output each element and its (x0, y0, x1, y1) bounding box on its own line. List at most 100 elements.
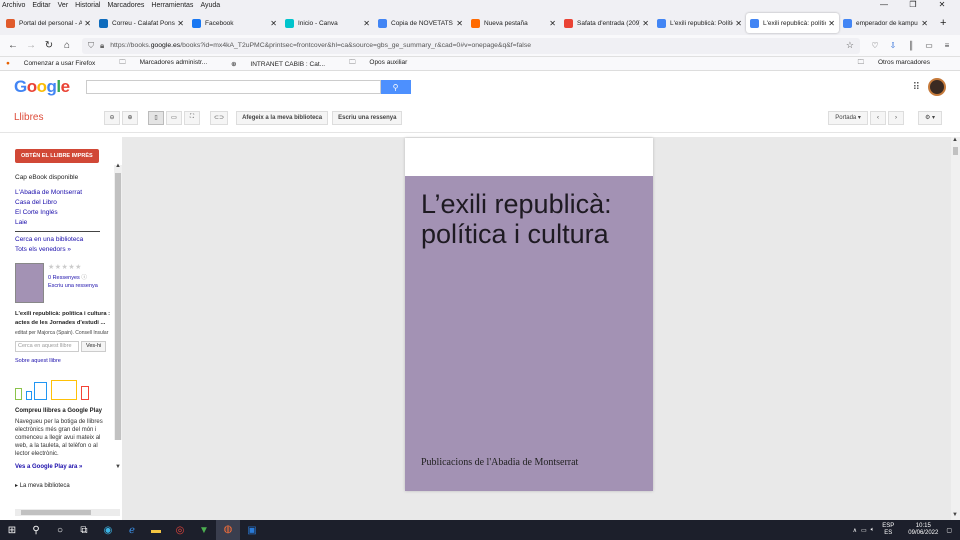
scrollbar-thumb[interactable] (21, 510, 91, 515)
sidebar-icon[interactable]: ▭ (920, 41, 938, 50)
my-library-link[interactable]: ▸ La meva biblioteca (15, 482, 122, 489)
close-tab-icon[interactable]: ✕ (270, 19, 277, 28)
notifications-icon[interactable]: ▢ (946, 527, 952, 534)
close-tab-icon[interactable]: ✕ (921, 19, 928, 28)
next-page-icon[interactable]: › (887, 110, 904, 125)
menu-marcadores[interactable]: Marcadores (107, 2, 144, 9)
close-tab-icon[interactable]: ✕ (642, 19, 649, 28)
cortana-icon[interactable]: ○ (48, 525, 72, 536)
home-icon[interactable]: ⌂ (58, 40, 76, 51)
close-tab-icon[interactable]: ✕ (177, 19, 184, 28)
tab-8[interactable]: L'exili republicà: política ✕ (746, 13, 839, 33)
menu-archivo[interactable]: Archivo (2, 2, 25, 9)
menu-herramientas[interactable]: Herramientas (151, 2, 193, 9)
link-icon[interactable]: ⊂⊃ (210, 110, 229, 125)
book-viewer[interactable]: L’exili republicà: política i cultura Pu… (122, 137, 960, 520)
viewer-scrollbar[interactable]: ▲ ▼ (951, 137, 960, 520)
single-page-icon[interactable]: ▯ (148, 110, 164, 125)
all-sellers-link[interactable]: Tots els venedors » (15, 245, 122, 255)
close-tab-icon[interactable]: ✕ (456, 19, 463, 28)
bookmark-firefox[interactable]: ● Comenzar a usar Firefox (6, 60, 107, 67)
other-bookmarks[interactable]: 🗀 Otros marcadores (858, 58, 942, 69)
play-link[interactable]: Ves a Google Play ara » (15, 464, 122, 470)
zoom-in-icon[interactable]: ⊕ (122, 110, 138, 125)
scroll-up-icon[interactable]: ▲ (115, 163, 121, 169)
tab-9[interactable]: emperador de kampu - ✕ (839, 13, 932, 33)
chrome-icon[interactable]: ◎ (168, 525, 192, 536)
write-review-button[interactable]: Escriu una ressenya (332, 110, 403, 125)
write-review-link[interactable]: Escriu una ressenya (48, 283, 98, 289)
address-bar[interactable]: ⛉ 🔒︎ https://books. google.es/books?id=mx… (82, 37, 860, 54)
ie-icon[interactable]: ℯ (120, 525, 144, 536)
menu-icon[interactable]: ≡ (938, 41, 956, 50)
zoom-out-icon[interactable]: ⊖ (104, 110, 120, 125)
buy-print-button[interactable]: OBTÉN EL LLIBRE IMPRÈS (15, 149, 99, 163)
menu-historial[interactable]: Historial (75, 2, 100, 9)
portada-select[interactable]: Portada ▾ (828, 110, 868, 125)
close-tab-icon[interactable]: ✕ (828, 19, 835, 28)
new-tab-icon[interactable]: + (940, 17, 946, 29)
settings-gear-icon[interactable]: ⚙ ▾ (917, 110, 942, 125)
library-icon[interactable]: ║ (902, 41, 920, 50)
tab-0[interactable]: Portal del personal - Ajuntament✕ (2, 13, 95, 33)
outlook-icon[interactable]: ▣ (240, 525, 264, 536)
bookmark-intranet[interactable]: ⊕ INTRANET CABIB : Cat... (231, 60, 337, 68)
tab-5[interactable]: Nueva pestaña ✕ (467, 13, 560, 33)
avatar[interactable] (928, 78, 946, 96)
tab-6[interactable]: Safata d'entrada (209) - ✕ (560, 13, 653, 33)
section-title[interactable]: Llibres (14, 112, 104, 123)
vivaldi-icon[interactable]: ▼ (192, 525, 216, 536)
book-search-input[interactable]: Cerca en aquest llibre (15, 341, 79, 352)
two-page-icon[interactable]: ▭ (166, 110, 182, 125)
close-tab-icon[interactable]: ✕ (735, 19, 742, 28)
scrollbar-thumb[interactable] (115, 173, 121, 440)
close-tab-icon[interactable]: ✕ (549, 19, 556, 28)
volume-icon[interactable]: 🔈︎ (871, 527, 875, 534)
scroll-down-icon[interactable]: ▼ (115, 464, 121, 470)
scrollbar-thumb[interactable] (953, 147, 958, 155)
back-icon[interactable]: ← (4, 40, 22, 51)
clock[interactable]: 10:15 09/06/2022 (908, 523, 938, 537)
reload-icon[interactable]: ↻ (40, 40, 58, 51)
apps-grid-icon[interactable]: ⠿ (913, 82, 920, 93)
store-link[interactable]: L'Abadia de Montserrat (15, 188, 122, 198)
close-window-icon[interactable]: ✕ (931, 0, 953, 9)
pocket-icon[interactable]: ♡ (866, 41, 884, 50)
tray-chevron-icon[interactable]: ∧ (853, 527, 857, 534)
info-icon[interactable]: ⓘ (81, 275, 87, 281)
close-tab-icon[interactable]: ✕ (363, 19, 370, 28)
menu-ver[interactable]: Ver (58, 2, 69, 9)
network-icon[interactable]: ▭ (861, 527, 867, 534)
store-link[interactable]: El Corte Inglés (15, 208, 122, 218)
book-thumbnail[interactable] (15, 263, 44, 303)
bookmark-folder-admin[interactable]: 🗀 Marcadores administr... (119, 58, 219, 69)
forward-icon[interactable]: → (22, 40, 40, 51)
book-search-button[interactable]: Ves-hi (81, 341, 107, 352)
store-link[interactable]: Laie (15, 218, 122, 228)
scroll-up-icon[interactable]: ▲ (952, 137, 958, 143)
prev-page-icon[interactable]: ‹ (869, 110, 886, 125)
lock-icon[interactable]: 🔒︎ (100, 41, 104, 51)
windows-start-icon[interactable]: ⊞ (0, 525, 24, 536)
bookmark-star-icon[interactable]: ☆ (846, 40, 854, 51)
menu-ayuda[interactable]: Ayuda (200, 2, 220, 9)
firefox-icon[interactable]: ◍ (216, 520, 240, 540)
minimize-icon[interactable]: — (873, 0, 895, 9)
scroll-down-icon[interactable]: ▼ (952, 512, 958, 518)
download-icon[interactable]: ⇩ (884, 41, 902, 50)
google-logo[interactable]: Google (14, 77, 70, 97)
google-search-button[interactable]: ⚲ (380, 80, 411, 94)
sidebar-horizontal-scrollbar[interactable] (15, 509, 120, 516)
menu-editar[interactable]: Editar (32, 2, 50, 9)
shield-icon[interactable]: ⛉ (88, 41, 94, 51)
tab-7[interactable]: L'exili republicà: Política ✕ (653, 13, 746, 33)
google-search-input[interactable] (85, 80, 381, 94)
search-icon[interactable]: ⚲ (24, 525, 48, 536)
tab-3[interactable]: Inicio - Canva ✕ (281, 13, 374, 33)
task-view-icon[interactable]: ⧉ (72, 525, 96, 536)
fullscreen-icon[interactable]: ⛶ (184, 110, 200, 125)
tab-2[interactable]: Facebook ✕ (188, 13, 281, 33)
library-search-link[interactable]: Cerca en una biblioteca (15, 235, 122, 245)
bookmark-opos[interactable]: 🗀 Opos auxiliar (349, 58, 419, 69)
book-page[interactable]: L’exili republicà: política i cultura Pu… (405, 138, 653, 491)
